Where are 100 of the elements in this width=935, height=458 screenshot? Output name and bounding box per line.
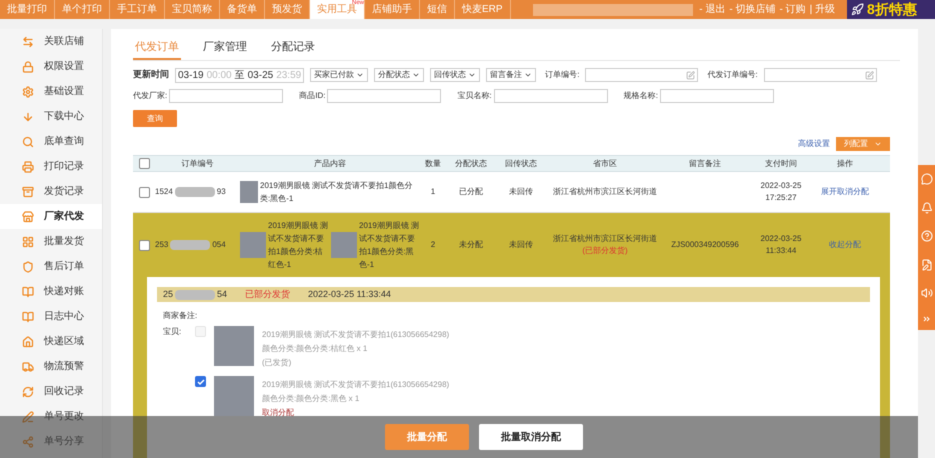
- date-text: 03-19: [178, 68, 204, 82]
- input-field[interactable]: [169, 89, 284, 103]
- table-cell: 浙江省杭州市滨江区长河街道: [553, 233, 657, 245]
- rocket-icon: [851, 3, 864, 16]
- item-spec: 颜色分类:颜色分类:黑色 x 1: [262, 393, 360, 405]
- filter-dropdown[interactable]: 回传状态: [430, 68, 480, 82]
- table-cell-text: 2022-03-25 11:33:44: [760, 233, 802, 257]
- batch-button[interactable]: 批量取消分配: [479, 424, 583, 450]
- item-note: (已发货): [262, 357, 292, 369]
- sidebar-item[interactable]: 快递对账: [0, 279, 102, 304]
- sidebar-item[interactable]: 物流预警: [0, 354, 102, 379]
- input-field[interactable]: [764, 68, 877, 82]
- grid-icon: [22, 236, 34, 248]
- tab[interactable]: 厂家管理: [201, 39, 249, 60]
- sidebar-item[interactable]: 回收记录: [0, 379, 102, 404]
- photo-placeholder: [214, 326, 254, 366]
- field-label: 商品ID:: [299, 90, 326, 102]
- edit-icon: [864, 70, 874, 80]
- action-link[interactable]: 展开: [821, 187, 837, 196]
- sidebar-item[interactable]: 权限设置: [0, 54, 102, 79]
- column-header: 省市区: [592, 158, 618, 170]
- photo-placeholder: [240, 232, 266, 258]
- truck-icon: [22, 360, 34, 372]
- checkbox[interactable]: [138, 186, 150, 198]
- sidebar-item[interactable]: 基础设置: [0, 79, 102, 104]
- column-header: 留言备注: [688, 158, 722, 170]
- input-field[interactable]: [585, 68, 698, 82]
- promo-banner[interactable]: 8折特惠: [847, 0, 935, 19]
- filter-dropdown[interactable]: 留言备注: [486, 68, 536, 82]
- sidebar-item[interactable]: 快递区域: [0, 329, 102, 354]
- column-header: 产品内容: [313, 158, 347, 170]
- field-label: 代发厂家:: [133, 90, 168, 102]
- chat-icon[interactable]: [920, 173, 932, 186]
- product-text: 2019潮男眼镜 测试不发货请不要拍1颜色分类:黑色-1: [359, 220, 420, 271]
- column-header: 订单编号: [180, 158, 214, 170]
- bell-icon[interactable]: [920, 202, 932, 214]
- separator-text: 至: [234, 68, 245, 82]
- field-label: 代发订单编号:: [707, 69, 758, 81]
- table-cell-text: 未回传: [508, 186, 534, 198]
- filter-dropdown[interactable]: 买家已付款: [310, 68, 368, 82]
- sidebar-item[interactable]: 厂家代发: [0, 204, 102, 229]
- blurred-text: [175, 290, 216, 300]
- pen-icon: [22, 410, 34, 422]
- column-header: 数量: [424, 158, 442, 170]
- sidebar-item[interactable]: 日志中心: [0, 304, 102, 329]
- sidebar-item[interactable]: 下载中心: [0, 104, 102, 129]
- double-chevron-icon[interactable]: [922, 316, 930, 322]
- status-text: 已部分发货: [245, 288, 290, 301]
- book-icon: [22, 286, 34, 298]
- share-icon: [22, 436, 34, 448]
- tab[interactable]: 分配记录: [269, 39, 317, 60]
- edit-icon[interactable]: [920, 258, 932, 271]
- shield-icon: [22, 260, 34, 272]
- cancel-assign-link[interactable]: 取消分配: [262, 406, 450, 420]
- column-header: 操作: [836, 158, 854, 170]
- product-text: 2019潮男眼镜 测试不发货请不要拍1颜色分类:桔红色-1: [268, 220, 329, 271]
- order-number-start: 253: [155, 239, 168, 251]
- checkbox[interactable]: [195, 376, 206, 387]
- sidebar-item[interactable]: 底单查询: [0, 129, 102, 154]
- item-spec: 颜色分类:颜色分类:桔红色 x 1: [262, 343, 368, 355]
- down-arrow-icon: [22, 110, 34, 122]
- photo-placeholder: [214, 376, 254, 416]
- merchant-note-label: 商家备注:: [163, 310, 198, 322]
- order-number-start: 25: [163, 288, 174, 301]
- sidebar-item[interactable]: 发货记录: [0, 179, 102, 204]
- search-icon: [22, 136, 34, 148]
- photo-placeholder: [331, 232, 357, 258]
- sidebar-item[interactable]: 售后订单: [0, 254, 102, 279]
- lock-icon: [22, 60, 34, 72]
- help-icon[interactable]: [920, 230, 932, 242]
- blurred-text: [170, 240, 210, 250]
- date-text: 03-25: [248, 68, 274, 82]
- table-cell-text: 已分配: [458, 186, 484, 198]
- table-cell-text: 未分配: [458, 239, 484, 251]
- table-cell: 浙江省杭州市滨江区长河街道: [553, 186, 657, 198]
- items-label: 宝贝:: [163, 326, 182, 338]
- book-icon: [22, 310, 34, 322]
- column-header: 回传状态: [504, 158, 538, 170]
- sidebar-item[interactable]: 关联店铺: [0, 29, 102, 54]
- advanced-settings-link[interactable]: 高级设置: [798, 138, 830, 150]
- status-note: (已部分发货): [582, 245, 628, 257]
- product-text: 2019潮男眼镜 测试不发货请不要拍1颜色分类:黑色-1: [260, 180, 414, 205]
- filter-dropdown[interactable]: 分配状态: [374, 68, 424, 82]
- recycle-icon: [22, 386, 34, 398]
- action-link[interactable]: 取消分配: [837, 187, 869, 196]
- date-range-field[interactable]: 03-19 00:00 至 03-25 23:59: [175, 68, 304, 82]
- caret-icon: [524, 71, 532, 79]
- checkbox[interactable]: [138, 158, 150, 169]
- blurred-text: [174, 187, 215, 197]
- order-number-start: 1524: [155, 186, 173, 198]
- checkbox[interactable]: [138, 240, 150, 250]
- sidebar-item[interactable]: 批量发货: [0, 229, 102, 254]
- time-text: 2022-03-25 11:33:44: [308, 288, 391, 301]
- photo-placeholder: [240, 181, 258, 203]
- sidebar-item[interactable]: 打印记录: [0, 154, 102, 179]
- speaker-icon[interactable]: [920, 287, 932, 300]
- input-field[interactable]: [660, 89, 774, 103]
- check-icon: [196, 378, 204, 386]
- input-field[interactable]: [494, 89, 608, 103]
- input-field[interactable]: [327, 89, 442, 103]
